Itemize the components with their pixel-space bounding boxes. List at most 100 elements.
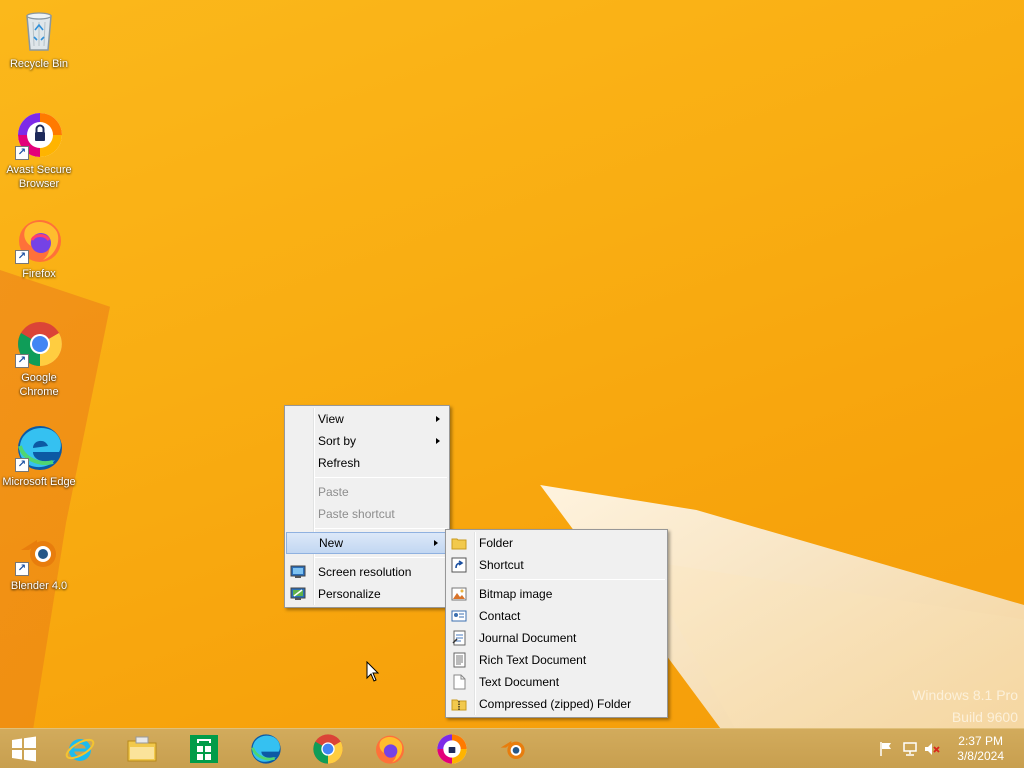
submenu-arrow-icon <box>434 540 438 546</box>
shortcut-arrow-icon: ↗ <box>15 458 29 472</box>
menu-item-label: Shortcut <box>479 558 524 572</box>
text-document-icon <box>451 674 467 690</box>
taskbar-chrome[interactable] <box>312 733 344 765</box>
desktop-icon-label: Google Chrome <box>19 372 59 398</box>
system-tray: 2:37 PM 3/8/2024 <box>864 729 1024 768</box>
volume-muted-icon[interactable] <box>924 741 940 757</box>
personalize-icon <box>290 586 306 602</box>
windows-logo-icon <box>12 736 36 762</box>
folder-icon <box>451 535 467 551</box>
desktop-icon-recycle-bin[interactable]: Recycle Bin <box>2 6 76 71</box>
menu-item-label: Text Document <box>479 675 560 689</box>
shortcut-arrow-icon: ↗ <box>15 354 29 368</box>
menu-item-label: Paste <box>318 485 349 499</box>
file-explorer-icon <box>127 736 157 762</box>
desktop-icon-label: Microsoft Edge <box>2 476 76 488</box>
menu-item-sort-by[interactable]: Sort by <box>285 430 449 452</box>
action-center-flag-icon[interactable] <box>878 741 894 757</box>
menu-separator <box>315 477 447 478</box>
menu-item-personalize[interactable]: Personalize <box>285 583 449 605</box>
new-item-rich-text-document[interactable]: Rich Text Document <box>446 649 667 671</box>
menu-item-label: Paste shortcut <box>318 507 395 521</box>
clock-date: 3/8/2024 <box>957 749 1004 763</box>
new-item-contact[interactable]: Contact <box>446 605 667 627</box>
taskbar-file-explorer[interactable] <box>126 733 158 765</box>
watermark-build: Build 9600 <box>951 709 1018 725</box>
shortcut-arrow-icon: ↗ <box>15 146 29 160</box>
submenu-arrow-icon <box>436 438 440 444</box>
menu-item-label: Contact <box>479 609 521 623</box>
new-item-shortcut[interactable]: Shortcut <box>446 554 667 576</box>
start-button[interactable] <box>8 733 40 765</box>
desktop-icon-label: Recycle Bin <box>9 58 69 70</box>
taskbar-edge[interactable] <box>250 733 282 765</box>
menu-item-label: Compressed (zipped) Folder <box>479 697 632 711</box>
menu-item-label: New <box>319 536 344 550</box>
windows-watermark: Windows 8.1 Pro Build 9600 <box>912 684 1018 728</box>
menu-item-view[interactable]: View <box>285 408 449 430</box>
menu-item-paste[interactable]: Paste <box>285 481 449 503</box>
menu-item-refresh[interactable]: Refresh <box>285 452 449 474</box>
menu-item-paste-shortcut[interactable]: Paste shortcut <box>285 503 449 525</box>
shortcut-arrow-icon: ↗ <box>15 250 29 264</box>
bitmap-icon <box>451 586 467 602</box>
chrome-icon: ↗ <box>15 320 63 368</box>
internet-explorer-icon <box>65 738 95 761</box>
firefox-icon: ↗ <box>15 216 63 264</box>
shortcut-arrow-icon: ↗ <box>15 562 29 576</box>
taskbar: 2:37 PM 3/8/2024 <box>0 728 1024 768</box>
store-icon <box>190 735 218 763</box>
blender-icon: ↗ <box>15 528 63 576</box>
menu-item-label: Journal Document <box>479 631 577 645</box>
submenu-arrow-icon <box>436 416 440 422</box>
desktop-icon-firefox[interactable]: ↗ Firefox <box>2 216 76 281</box>
new-item-folder[interactable]: Folder <box>446 532 667 554</box>
desktop-icon-avast-browser[interactable]: ↗ Avast Secure Browser <box>2 112 76 191</box>
new-item-compressed-folder[interactable]: Compressed (zipped) Folder <box>446 693 667 715</box>
taskbar-blender[interactable] <box>498 733 530 765</box>
menu-item-label: Screen resolution <box>318 565 412 579</box>
new-item-journal-document[interactable]: Journal Document <box>446 627 667 649</box>
taskbar-store[interactable] <box>188 733 220 765</box>
new-item-text-document[interactable]: Text Document <box>446 671 667 693</box>
menu-item-label: Sort by <box>318 434 357 448</box>
blender-icon <box>500 741 525 759</box>
zip-folder-icon <box>451 696 467 712</box>
desktop-context-menu: View Sort by Refresh Paste Paste shortcu… <box>284 405 450 608</box>
desktop-icon-edge[interactable]: ↗ Microsoft Edge <box>2 424 76 489</box>
desktop-icon-label: Blender 4.0 <box>10 580 68 592</box>
new-item-bitmap-image[interactable]: Bitmap image <box>446 583 667 605</box>
clock-time: 2:37 PM <box>958 734 1003 748</box>
watermark-edition: Windows 8.1 Pro <box>912 687 1018 703</box>
menu-item-label: Personalize <box>318 587 381 601</box>
menu-item-screen-resolution[interactable]: Screen resolution <box>285 561 449 583</box>
taskbar-clock[interactable]: 2:37 PM 3/8/2024 <box>957 734 1004 764</box>
screen-resolution-icon <box>290 564 306 580</box>
taskbar-avast-browser[interactable] <box>436 733 468 765</box>
desktop-icon-chrome[interactable]: ↗ Google Chrome <box>2 320 76 399</box>
chrome-icon <box>313 734 343 764</box>
rich-text-icon <box>451 652 467 668</box>
recycle-bin-icon <box>15 6 63 54</box>
menu-item-new[interactable]: New <box>286 532 448 554</box>
contact-icon <box>451 608 467 624</box>
taskbar-firefox[interactable] <box>374 733 406 765</box>
menu-item-label: Folder <box>479 536 514 550</box>
menu-item-label: Refresh <box>318 456 361 470</box>
shortcut-icon <box>451 557 467 573</box>
menu-item-label: View <box>318 412 344 426</box>
edge-icon: ↗ <box>15 424 63 472</box>
menu-item-label: Bitmap image <box>479 587 553 601</box>
menu-separator <box>315 528 447 529</box>
network-icon[interactable] <box>902 741 918 757</box>
firefox-icon <box>376 735 404 764</box>
desktop-icon-label: Avast Secure Browser <box>6 164 72 190</box>
mouse-cursor-icon <box>366 660 380 687</box>
journal-icon <box>451 630 467 646</box>
taskbar-internet-explorer[interactable] <box>64 733 96 765</box>
avast-browser-icon <box>437 734 467 764</box>
menu-separator <box>476 579 665 580</box>
menu-item-label: Rich Text Document <box>479 653 587 667</box>
avast-browser-icon: ↗ <box>15 112 63 160</box>
desktop-icon-blender[interactable]: ↗ Blender 4.0 <box>2 528 76 593</box>
